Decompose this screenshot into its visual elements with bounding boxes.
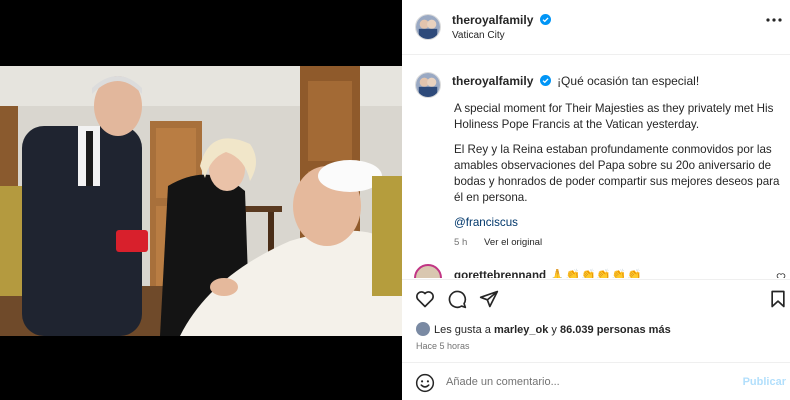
heart-icon[interactable] xyxy=(415,289,435,309)
share-icon[interactable] xyxy=(479,289,499,309)
caption-lead: ¡Qué ocasión tan especial! xyxy=(557,74,700,88)
verified-badge-icon xyxy=(539,75,551,86)
comment-avatar[interactable] xyxy=(414,264,442,278)
comment-composer: Publicar xyxy=(402,362,790,400)
header-location[interactable]: Vatican City xyxy=(452,30,505,41)
header-avatar[interactable] xyxy=(415,14,441,40)
caption-paragraph-en: A special moment for Their Majesties as … xyxy=(454,102,774,131)
comment-heart-icon[interactable] xyxy=(776,272,786,278)
comment-username[interactable]: gorettebrennand xyxy=(454,269,546,278)
comment-text: 🙏👏👏👏👏👏 xyxy=(550,269,643,278)
caption-username[interactable]: theroyalfamily xyxy=(452,74,533,88)
comment-item: gorettebrennand 🙏👏👏👏👏👏 xyxy=(402,262,790,278)
liker-username[interactable]: marley_ok xyxy=(494,324,548,336)
header-username[interactable]: theroyalfamily xyxy=(452,13,551,27)
caption-time[interactable]: 5 h xyxy=(454,237,467,248)
mention-link[interactable]: @franciscus xyxy=(454,216,518,229)
header-divider xyxy=(402,54,790,55)
action-bar xyxy=(402,280,790,316)
post-photo[interactable] xyxy=(0,66,402,336)
caption-avatar[interactable] xyxy=(415,72,441,98)
comment-icon[interactable] xyxy=(447,289,467,309)
comment-input[interactable] xyxy=(446,373,726,391)
caption-header: theroyalfamily ¡Qué ocasión tan especial… xyxy=(452,74,699,88)
likes-summary: Les gusta a marley_ok y 86.039 personas … xyxy=(416,322,671,336)
more-options-icon[interactable] xyxy=(766,17,782,23)
save-icon[interactable] xyxy=(768,289,788,309)
verified-badge-icon xyxy=(539,14,551,25)
posted-ago: Hace 5 horas xyxy=(416,341,470,351)
likes-count[interactable]: 86.039 personas más xyxy=(560,324,671,336)
post-comment-button[interactable]: Publicar xyxy=(743,376,786,388)
caption-meta: 5 h Ver el original xyxy=(454,237,542,248)
emoji-icon[interactable] xyxy=(415,373,435,393)
see-original-link[interactable]: Ver el original xyxy=(484,237,542,248)
caption-paragraph-es: El Rey y la Reina estaban profundamente … xyxy=(454,143,780,204)
liker-avatar[interactable] xyxy=(416,322,430,336)
post-media xyxy=(0,0,402,400)
post-sidebar: theroyalfamily Vatican City theroyalfami… xyxy=(402,0,790,400)
